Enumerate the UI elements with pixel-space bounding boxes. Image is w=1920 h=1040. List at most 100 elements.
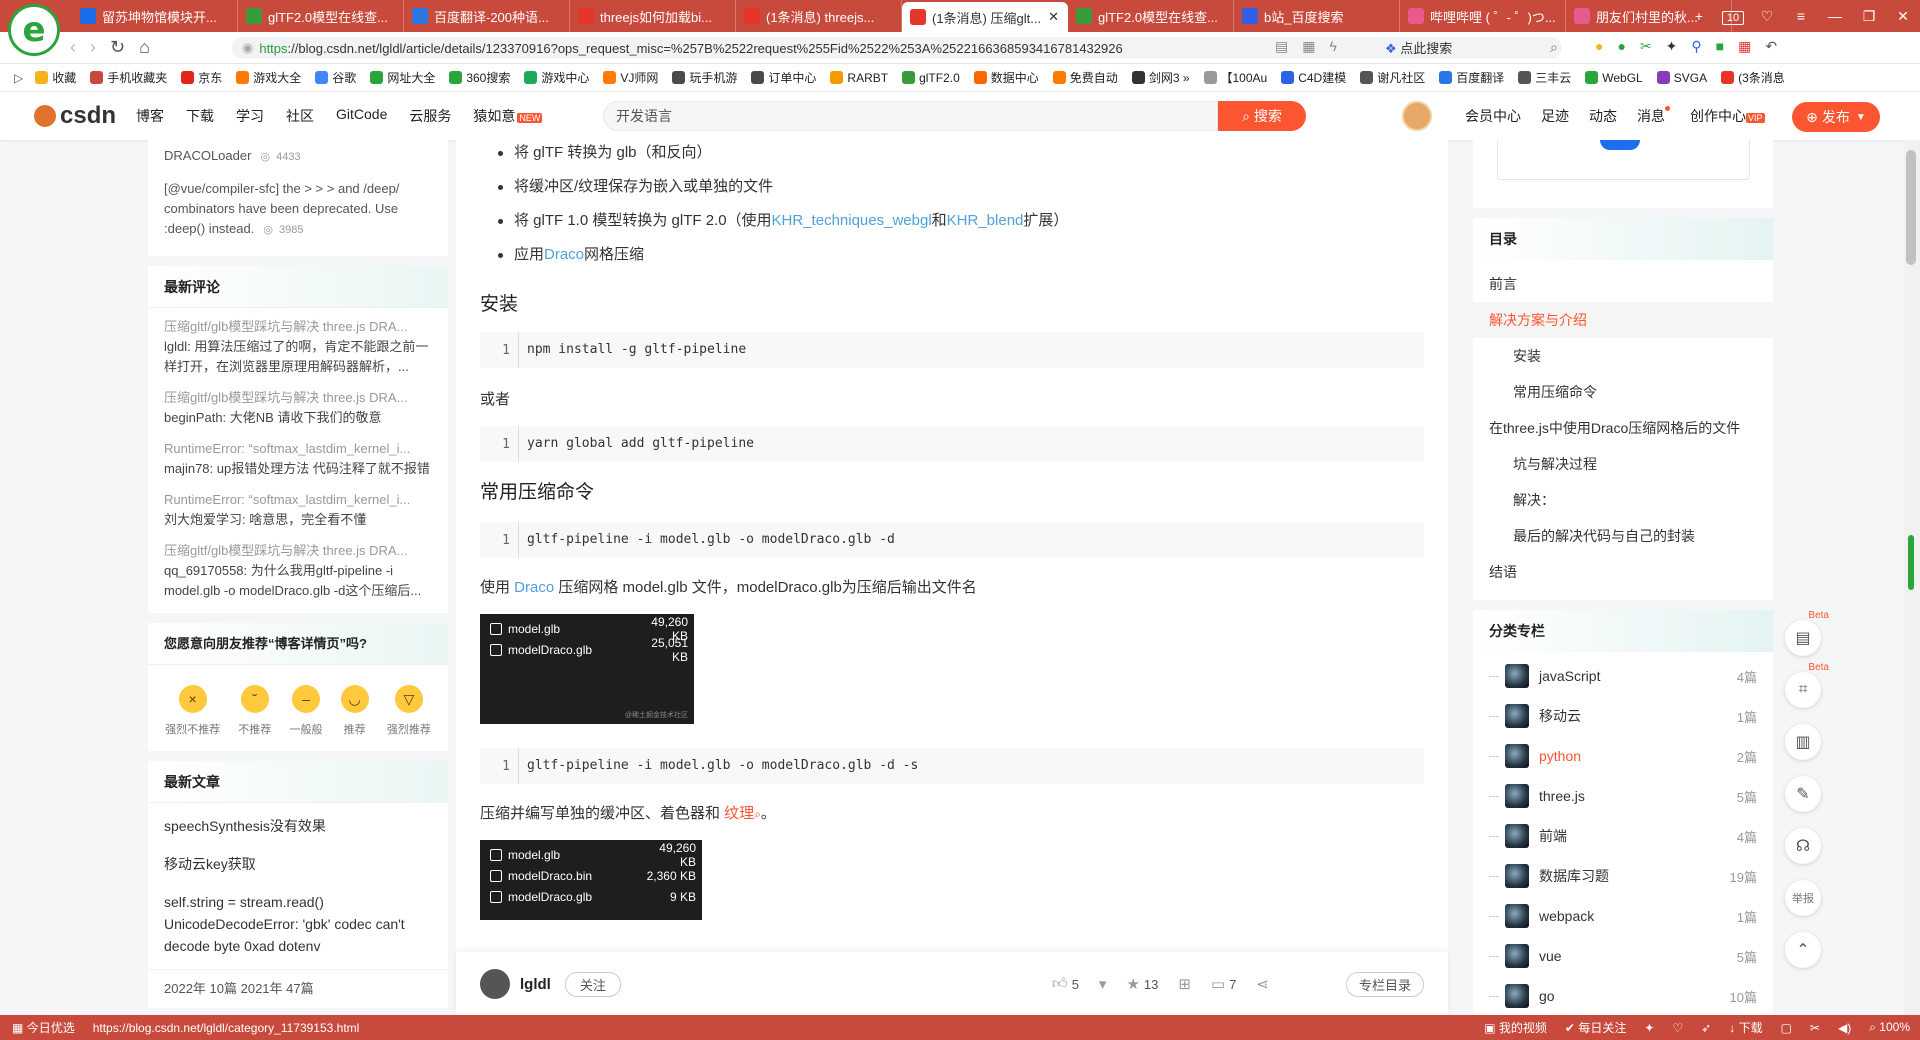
bookmark-item[interactable]: 订单中心 (751, 69, 816, 86)
bookmark-item[interactable]: 360搜索 (449, 69, 510, 86)
tab-4[interactable]: (1条消息) threejs... (736, 0, 902, 32)
grid-icon[interactable]: ▦ (1302, 38, 1315, 55)
side-panel-handle[interactable] (1908, 535, 1914, 590)
latest-article-link[interactable]: speechSynthesis没有效果 (148, 807, 448, 845)
nav-item[interactable]: 云服务 (409, 106, 451, 126)
reload-icon[interactable]: ↻ (110, 37, 125, 58)
comment-item[interactable]: RuntimeError: “softmax_lastdim_kernel_i.… (148, 434, 448, 485)
category-item[interactable]: vue 5篇 (1473, 936, 1773, 976)
user-nav-item[interactable]: 创作中心 VIP (1690, 106, 1765, 126)
user-nav-item[interactable]: 会员中心 (1465, 106, 1521, 126)
close-window-button[interactable]: ✕ (1886, 8, 1920, 25)
back-icon[interactable]: ‹ (70, 37, 76, 58)
bookmark-item[interactable]: 百度翻译 (1439, 69, 1504, 86)
user-nav-item[interactable]: 消息 (1637, 106, 1670, 126)
reward-button[interactable]: ⊞ (1178, 975, 1191, 993)
rating-option[interactable]: – 一般般 (289, 685, 322, 737)
toc-item[interactable]: 解决方案与介绍 (1473, 302, 1773, 338)
toc-item[interactable]: 最后的解决代码与自己的封装 (1473, 518, 1773, 554)
heart-icon[interactable]: ♡ (1672, 1021, 1683, 1035)
publish-button[interactable]: ⊕ 发布 ▼ (1792, 102, 1880, 132)
nav-item[interactable]: 下载 (186, 106, 214, 126)
scan-tool-button[interactable]: ⌗ Beta (1785, 662, 1829, 708)
share-button[interactable]: ⋖ (1256, 975, 1269, 993)
zoom-button[interactable]: ⌕ 100% (1869, 1020, 1910, 1035)
back-to-top-button[interactable]: ⌃ (1785, 932, 1821, 968)
rating-option[interactable]: ◡ 推荐 (340, 685, 369, 737)
toc-item[interactable]: 常用压缩命令 (1473, 374, 1773, 410)
coin-icon[interactable]: ● (1595, 38, 1603, 55)
dislike-button[interactable]: ▾ (1099, 975, 1107, 993)
category-item[interactable]: webpack 1篇 (1473, 896, 1773, 936)
code-block-cmd1[interactable]: 1 gltf-pipeline -i model.glb -o modelDrac… (480, 522, 1424, 558)
tab-0[interactable]: 留苏坤物馆模块开... (72, 0, 238, 32)
bookmark-item[interactable]: VJ师网 (603, 69, 658, 86)
author-name[interactable]: lgldl (520, 976, 551, 993)
reader-icon[interactable]: ▤ (1275, 38, 1288, 55)
search-input[interactable]: 开发语言 (603, 101, 1218, 131)
list-tool-button[interactable]: ▤ Beta (1785, 610, 1829, 656)
archive-row[interactable]: 2022年 10篇 2021年 47篇 (148, 969, 448, 1008)
scrollbar-thumb[interactable] (1906, 150, 1916, 265)
like-button[interactable]: 👍︎ 5 (1052, 975, 1079, 993)
category-item[interactable]: python 2篇 (1473, 736, 1773, 776)
toc-item[interactable]: 解决： (1473, 482, 1773, 518)
tab-2[interactable]: 百度翻译-200种语... (404, 0, 570, 32)
shield-icon[interactable]: ♡ (1750, 8, 1784, 25)
translate-icon[interactable]: ● (1617, 38, 1625, 55)
comment-button[interactable]: ▭ 7 (1211, 975, 1236, 993)
bullet-link[interactable]: KHR_blend (947, 212, 1024, 229)
tab-8[interactable]: 哔哩哔哩 ( ゜- ゜)つ... (1400, 0, 1566, 32)
rating-option[interactable]: ▽ 强烈推荐 (387, 685, 431, 737)
browser-logo[interactable]: e (8, 4, 60, 56)
tab-5[interactable]: (1条消息) 压缩glt... ✕ (902, 2, 1068, 32)
hot-article-item[interactable]: DRACOLoader ◎ 4433 (148, 140, 448, 173)
my-video-button[interactable]: ▣ 我的视频 (1484, 1019, 1547, 1036)
bullet-link[interactable]: KHR_techniques_webgl (772, 212, 932, 229)
tab-7[interactable]: b站_百度搜索 (1234, 0, 1400, 32)
lightning-icon[interactable]: ϟ (1329, 38, 1336, 55)
url-input[interactable]: ◉ https://blog.csdn.net/lgldl/article/de… (232, 37, 1562, 59)
favorite-button[interactable]: ★ 13 (1126, 975, 1158, 993)
user-avatar[interactable] (1402, 101, 1432, 131)
category-item[interactable]: three.js 5篇 (1473, 776, 1773, 816)
download-button[interactable]: ↓ 下载 (1729, 1019, 1762, 1036)
bookmark-item[interactable]: 三丰云 (1518, 69, 1571, 86)
tab-3[interactable]: threejs如何加载bi... (570, 0, 736, 32)
comment-article-title[interactable]: 压缩gltf/glb模型踩坑与解决 three.js DRA... (164, 541, 432, 561)
follow-button[interactable]: 关注 (564, 971, 621, 997)
hot-article-item[interactable]: [@vue/compiler-sfc] the > > > and /deep/… (148, 173, 448, 246)
bookmark-item[interactable]: WebGL (1585, 69, 1643, 86)
tab-1[interactable]: glTF2.0模型在线查... (238, 0, 404, 32)
scissors-icon[interactable]: ✂ (1640, 38, 1652, 55)
apps-icon[interactable]: ▦ (1738, 38, 1751, 55)
code-block-npm[interactable]: 1 npm install -g gltf-pipeline (480, 332, 1424, 368)
bookmark-item[interactable]: 京东 (181, 69, 222, 86)
author-avatar[interactable] (480, 969, 510, 999)
latest-article-link[interactable]: self.string = stream.read() UnicodeDecod… (148, 883, 448, 965)
forward-icon[interactable]: › (90, 37, 96, 58)
comment-item[interactable]: 压缩gltf/glb模型踩坑与解决 three.js DRA... beginPa… (148, 383, 448, 434)
gamepad-icon[interactable]: ✦ (1666, 38, 1678, 55)
bookmark-item[interactable]: glTF2.0 (902, 69, 960, 86)
sidebar-toggle-icon[interactable]: ▷ (14, 71, 23, 85)
texture-link[interactable]: 纹理 (724, 805, 754, 822)
comment-item[interactable]: 压缩gltf/glb模型踩坑与解决 three.js DRA... lgldl: … (148, 312, 448, 383)
comment-article-title[interactable]: 压缩gltf/glb模型踩坑与解决 three.js DRA... (164, 388, 432, 408)
code-block-yarn[interactable]: 1 yarn global add gltf-pipeline (480, 426, 1424, 462)
comment-item[interactable]: RuntimeError: “softmax_lastdim_kernel_i.… (148, 485, 448, 536)
bookmark-item[interactable]: 玩手机游 (672, 69, 737, 86)
tab-6[interactable]: glTF2.0模型在线查... (1068, 0, 1234, 32)
clipboard-button[interactable]: ▥ (1785, 724, 1821, 760)
edit-button[interactable]: ✎ (1785, 776, 1821, 812)
rating-option[interactable]: × 强烈不推荐 (165, 685, 220, 737)
bullet-link[interactable]: Draco (544, 246, 584, 263)
bookmark-item[interactable]: C4D建模 (1281, 69, 1346, 86)
nav-item[interactable]: GitCode (336, 106, 387, 126)
bookmark-item[interactable]: 谷歌 (315, 69, 356, 86)
bookmark-item[interactable]: 剑网3 » (1131, 69, 1190, 86)
home-icon[interactable]: ⌂ (139, 37, 150, 58)
bookmark-item[interactable]: (3条消息 (1721, 69, 1785, 86)
magnifier-icon[interactable]: ⚲ (1691, 38, 1701, 55)
rating-option[interactable]: ˘ 不推荐 (238, 685, 271, 737)
